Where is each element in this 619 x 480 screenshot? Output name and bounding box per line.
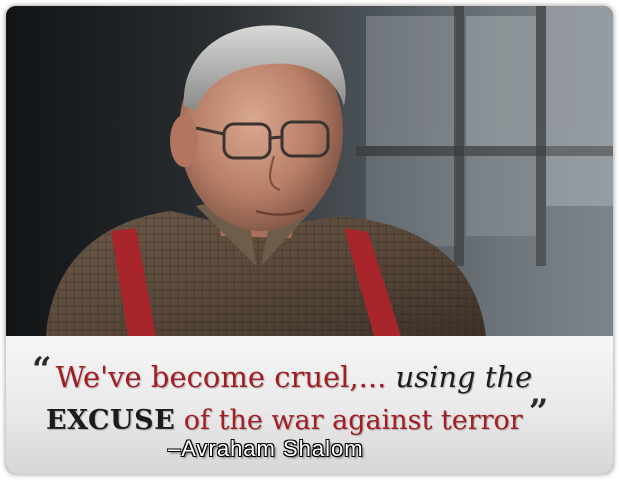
quote-line-1: “We've become cruel,... using the xyxy=(32,350,532,394)
close-quote-mark: ” xyxy=(528,392,549,432)
quote-attribution: –Avraham Shalom xyxy=(168,436,364,461)
quote-caption: “We've become cruel,... using the EXCUSE… xyxy=(6,336,613,474)
quote-part-war: of the war against terror xyxy=(183,405,523,436)
quote-line-2: EXCUSE of the war against terror” xyxy=(46,392,548,436)
open-quote-mark: “ xyxy=(32,350,52,390)
portrait-photo xyxy=(6,6,613,336)
image-frame: “We've become cruel,... using the EXCUSE… xyxy=(6,6,613,474)
quote-part-using: using the xyxy=(395,360,533,394)
quote-part-excuse: EXCUSE xyxy=(46,405,176,436)
quote-part-cruel: We've become cruel,... xyxy=(55,360,387,394)
portrait-illustration xyxy=(46,6,613,336)
